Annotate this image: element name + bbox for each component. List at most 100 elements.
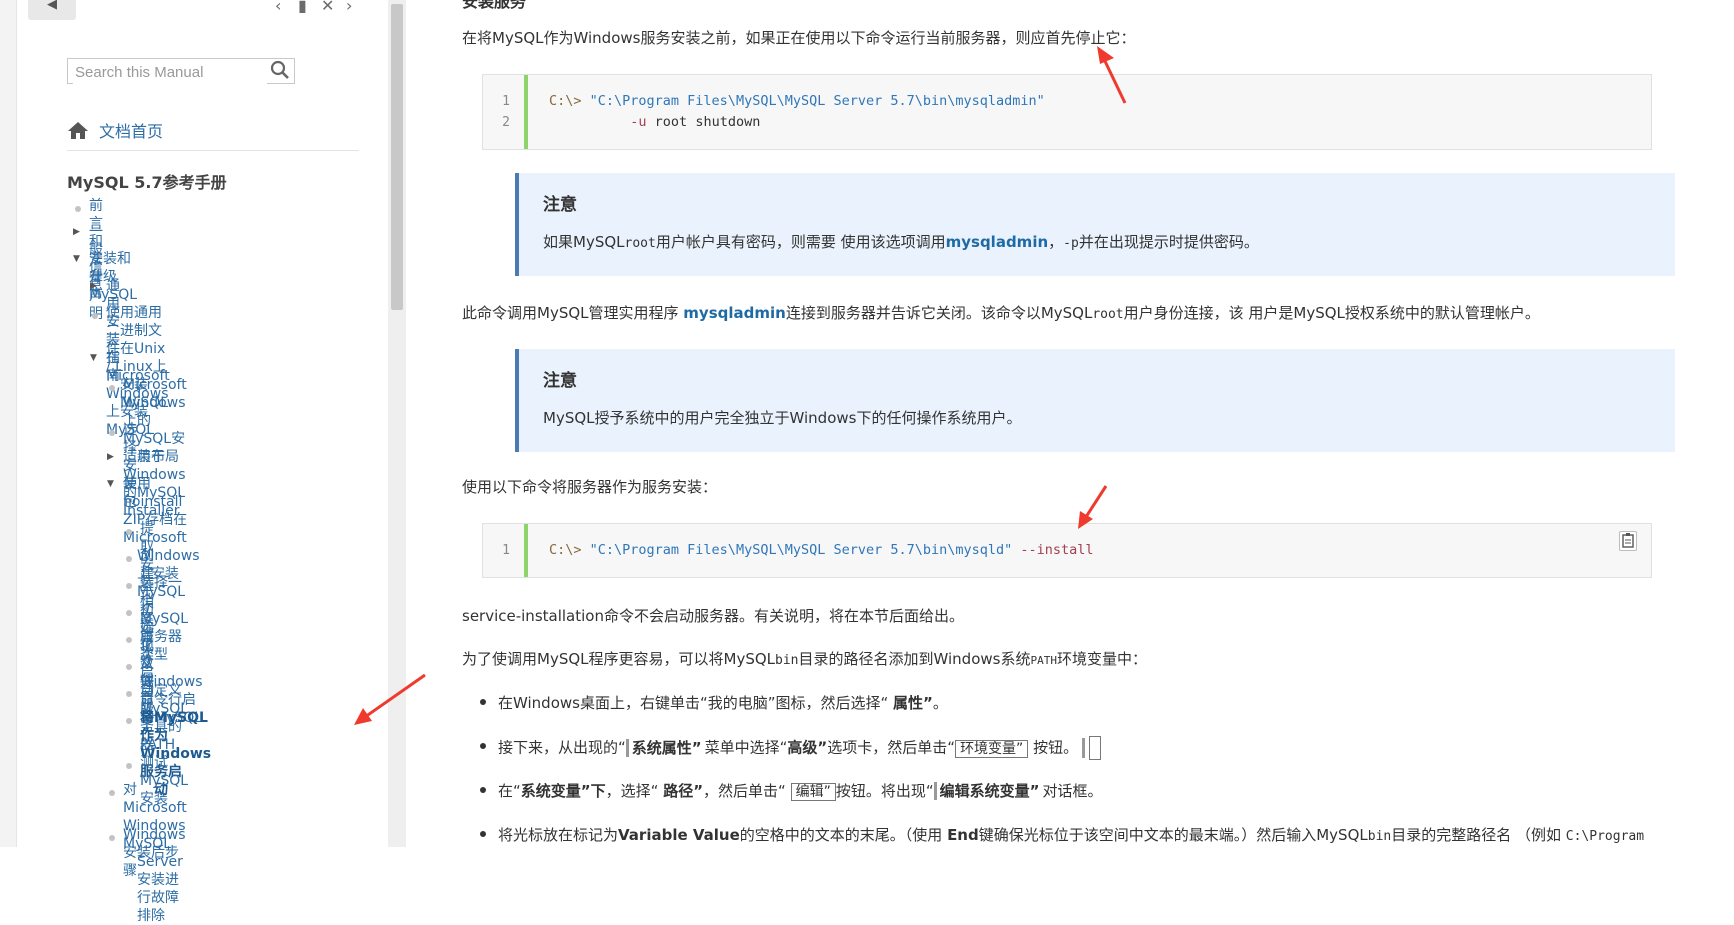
bullet-dot-icon [109, 385, 115, 391]
line-number: 2 [502, 115, 510, 130]
text: 在“ [498, 782, 521, 800]
code-path: "C:\Program Files\MySQL\MySQL Server 5.7… [589, 93, 1045, 109]
gui-label: 系统变量”下 [520, 782, 606, 800]
code-option: -u [630, 114, 647, 130]
scrollbar-thumb[interactable] [391, 4, 403, 310]
line-number: 1 [502, 543, 510, 558]
text: 选项卡，然后单击“ [827, 738, 956, 757]
gui-label: 路径” [663, 782, 704, 800]
home-link[interactable]: 文档首页 [67, 118, 163, 142]
bullet-dot-icon [109, 430, 115, 436]
text: 对话框。 [1042, 782, 1103, 800]
paragraph: 在将MySQL作为Windows服务安装之前，如果正在使用以下命令运行当前服务器… [462, 29, 1136, 47]
note-box: 注意 如果MySQLroot用户帐户具有密码，则需要 使用该选项调用mysqla… [515, 173, 1675, 276]
code-path: "C:\Program Files\MySQL\MySQL Server 5.7… [589, 542, 1013, 558]
list-item: 将光标放在标记为Variable Value的空格中的文本的末尾。（使用 End… [479, 824, 1645, 845]
code-block: 1 C:\> "C:\Program Files\MySQL\MySQL Ser… [482, 523, 1652, 578]
gui-label: Variable Value [618, 826, 740, 844]
command-link[interactable]: mysqladmin [946, 233, 1049, 251]
clipboard-icon [1622, 533, 1634, 548]
search-input[interactable] [73, 60, 267, 84]
gui-label: 高级” [787, 738, 828, 757]
paragraph: service-installation命令不会启动服务器。有关说明，将在本节后… [462, 607, 964, 625]
sidebar-toolbar: ◀ ‹ ▮ ✕ › [16, 0, 388, 22]
bullet-dot-icon [126, 763, 132, 769]
text: 的空格中的文本的末尾。（使用 [739, 826, 948, 844]
text: 按钮。将出现“ [835, 782, 934, 800]
text: 连接到服务器并告诉它关闭。该命令以MySQL [785, 304, 1093, 322]
chevron-down-icon[interactable]: ▼ [90, 349, 97, 367]
key-label: End [947, 826, 979, 844]
bullet-dot-icon [109, 790, 115, 796]
text: ， [1048, 233, 1064, 251]
note-box: 注意 MySQL授予系统中的用户完全独立于Windows下的任何操作系统用户。 [515, 349, 1675, 452]
code-option: --install [1012, 542, 1094, 558]
collapse-sidebar-button[interactable]: ◀ [28, 0, 76, 20]
chevron-right-icon[interactable]: ▶ [73, 223, 80, 241]
search-icon[interactable] [270, 60, 290, 80]
code-text: C:\> "C:\Program Files\MySQL\MySQL Serve… [549, 91, 1045, 133]
bullet-dot-icon [92, 313, 98, 319]
code-line-numbers: 1 2 [483, 75, 528, 149]
chevron-down-icon[interactable]: ▼ [73, 250, 80, 268]
text: ，选择“ [605, 782, 664, 800]
code-line-numbers: 1 [483, 524, 528, 577]
prev-page-icon[interactable]: ‹ [275, 0, 281, 15]
book-icon[interactable]: ▮ [298, 0, 307, 15]
sidebar: ◀ ‹ ▮ ✕ › 文档首页 MySQL 5.7参考手册 前言和法律声明▶一般信… [0, 0, 406, 924]
bullet-dot-icon [126, 610, 132, 616]
copy-code-button[interactable] [1619, 531, 1637, 551]
chevron-right-icon[interactable]: ▶ [107, 448, 114, 466]
next-page-icon[interactable]: › [346, 0, 352, 15]
inline-code: bin [775, 653, 799, 668]
inline-code: bin [1367, 829, 1392, 844]
text: 。 [932, 694, 948, 712]
note-body: 如果MySQLroot用户帐户具有密码，则需要 使用该选项调用mysqladmi… [543, 231, 1259, 252]
command-link[interactable]: mysqladmin [683, 304, 786, 322]
manual-title: MySQL 5.7参考手册 [67, 173, 227, 192]
note-title: 注意 [543, 195, 577, 215]
text: ，然后单击“ [703, 782, 791, 800]
home-link-label: 文档首页 [99, 122, 164, 141]
line-number: 1 [502, 94, 510, 109]
note-title: 注意 [543, 371, 577, 391]
text: 在Windows桌面上，右键单击“我的电脑”图标，然后选择“ [498, 694, 894, 712]
sidebar-scrollbar[interactable] [388, 0, 406, 847]
code-block: 1 2 C:\> "C:\Program Files\MySQL\MySQL S… [482, 74, 1652, 150]
code-prompt: C:\> [549, 93, 590, 109]
bullet-dot-icon [75, 206, 81, 212]
chevron-down-icon[interactable]: ▼ [107, 475, 114, 493]
text: 将光标放在标记为 [498, 826, 619, 844]
inline-code: C:\Program [1565, 829, 1645, 844]
bullet-dot-icon [126, 583, 132, 589]
code-args: root shutdown [646, 114, 761, 130]
chevron-right-icon[interactable]: ▶ [90, 277, 97, 295]
text: 目录的完整路径名 （例如 [1391, 826, 1566, 844]
list-item: 在“系统变量”下，选择“ 路径”，然后单击“ 编辑” 按钮。将出现“ 编辑系统变量”… [480, 780, 1103, 801]
toc-item[interactable]: Windows安装后步骤 [123, 826, 186, 880]
text: 用户帐户具有密码，则需要 使用该选项调用 [655, 233, 946, 251]
text: 环境变量中： [1056, 650, 1147, 668]
text: 用户身份连接，该 用户是MySQL授权系统中的默认管理帐户。 [1123, 304, 1540, 322]
gui-button-label: 环境变量” [955, 739, 1029, 758]
gui-button-label: 编辑” [790, 783, 836, 801]
bullet-dot-icon [126, 556, 132, 562]
text: 按钮。 [1028, 738, 1079, 757]
text: 接下来，从出现的“ [498, 738, 626, 757]
list-item: 接下来，从出现的“ 系统属性” 菜单中选择“高级”选项卡，然后单击“ 环境变量” 按钮… [479, 736, 1102, 760]
note-body: MySQL授予系统中的用户完全独立于Windows下的任何操作系统用户。 [543, 409, 1022, 427]
inline-code: root [624, 236, 656, 251]
text: 菜单中选择“ [704, 738, 788, 757]
code-text: C:\> "C:\Program Files\MySQL\MySQL Serve… [549, 540, 1094, 561]
toc-item-label: 使用noinstall ZIP存档在Microsoft [123, 476, 188, 546]
paragraph: 为了使调用MySQL程序更容易，可以将MySQLbin目录的路径名添加到Wind… [462, 648, 1147, 669]
text: 键确保光标位于该空间中文本的最末端。）然后输入MySQL [978, 826, 1368, 844]
paragraph: 使用以下命令将服务器作为服务安装： [462, 478, 718, 496]
close-icon[interactable]: ✕ [321, 0, 334, 15]
list-item: 在Windows桌面上，右键单击“我的电脑”图标，然后选择“ 属性”。 [480, 692, 948, 713]
text: 为了使调用MySQL程序更容易，可以将MySQL [462, 650, 776, 668]
text: 此命令调用MySQL管理实用程序 [462, 304, 684, 322]
code-prompt: C:\> [549, 542, 590, 558]
bullet-dot-icon [126, 529, 132, 535]
